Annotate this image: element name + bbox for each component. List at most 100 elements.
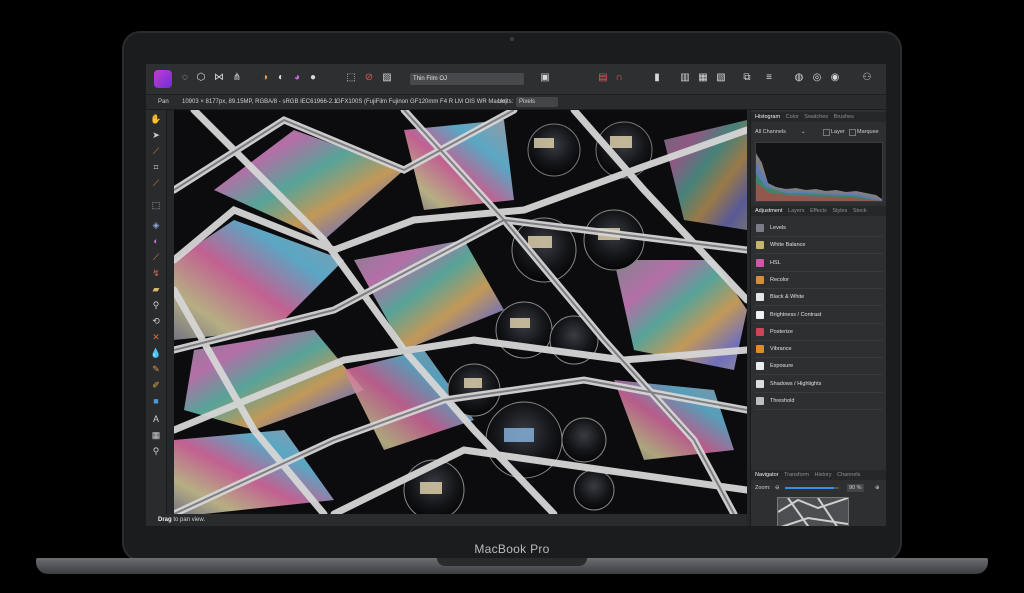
device-label: MacBook Pro	[474, 542, 550, 556]
no-selection-icon[interactable]: ⊘	[362, 71, 376, 85]
tab-history[interactable]: History	[814, 472, 831, 478]
quick-mask-icon[interactable]: ▣	[538, 71, 552, 85]
adjustment-item[interactable]: HSL	[755, 255, 883, 272]
adjustment-label: Threshold	[770, 398, 795, 404]
studio-icon[interactable]: ◉	[828, 71, 842, 85]
rotate-icon[interactable]: ≡	[762, 71, 776, 85]
zoom-value[interactable]: 90 %	[847, 484, 864, 492]
selection-brush-icon[interactable]: ⟋	[150, 178, 162, 189]
tab-styles[interactable]: Styles	[832, 208, 847, 214]
adjustment-item[interactable]: Recolor	[755, 272, 883, 289]
adjustment-label: Black & White	[770, 294, 805, 301]
assistant-icon[interactable]: ▮	[650, 71, 664, 85]
zoom-out-icon[interactable]: ⊖	[775, 482, 780, 494]
tab-color[interactable]: Color	[786, 114, 799, 120]
navigator-thumbnail[interactable]	[777, 497, 849, 526]
tab-effects[interactable]: Effects	[810, 208, 827, 214]
tab-adjustment[interactable]: Adjustment	[755, 208, 783, 214]
auto-white-balance-icon[interactable]: ●	[306, 71, 320, 85]
persona-develop-icon[interactable]: ⋈	[212, 71, 226, 85]
layer-icon[interactable]: ◍	[792, 71, 806, 85]
mesh-warp-tool-icon[interactable]: ▦	[150, 430, 162, 441]
persona-photo-icon[interactable]: ◌	[178, 71, 192, 85]
tab-channels[interactable]: Channels	[837, 472, 860, 478]
text-tool-icon[interactable]: A	[150, 414, 162, 425]
zoom-tool-icon[interactable]: ⚲	[150, 446, 162, 457]
persona-liquify-icon[interactable]: ⬡	[194, 71, 208, 85]
rectangle-tool-icon[interactable]: ■	[150, 396, 162, 407]
adjustment-label: Shadows / Highlights	[770, 380, 822, 387]
document-canvas[interactable]	[174, 110, 747, 514]
adjustment-swatch-icon	[756, 310, 764, 319]
adjustment-item[interactable]: Posterize	[755, 324, 883, 341]
flood-fill-tool-icon[interactable]: ◈	[150, 220, 162, 231]
flip-icon[interactable]: ⧉	[740, 71, 754, 85]
order-icon[interactable]: ▥	[678, 71, 692, 85]
persona-export-icon[interactable]: ⋔	[230, 71, 244, 85]
clone-tool-icon[interactable]: ↯	[150, 268, 162, 279]
gradient-tool-icon[interactable]: ◐	[150, 236, 162, 247]
photo-thin-film-mesh	[174, 110, 747, 514]
tab-layers[interactable]: Layers	[788, 208, 805, 214]
invert-icon[interactable]: ▨	[380, 71, 394, 85]
channel-select[interactable]: All Channels	[755, 127, 786, 137]
mask-icon[interactable]: ◎	[810, 71, 824, 85]
pan-tool-icon[interactable]: ✋	[150, 114, 162, 125]
adjustment-item[interactable]: Levels	[755, 220, 883, 237]
transform-icon[interactable]: ▧	[714, 71, 728, 85]
units-select[interactable]: Pixels	[516, 97, 558, 107]
marquee-checkbox[interactable]	[849, 129, 856, 136]
blur-tool-icon[interactable]: 💧	[150, 348, 162, 359]
adjustment-item[interactable]: Brightness / Contrast	[755, 307, 883, 324]
studio-panels: Histogram Color Swatches Brushes All Cha…	[750, 110, 886, 526]
adjustment-item[interactable]: Shadows / Highlights	[755, 376, 883, 393]
adjustment-item[interactable]: White Balance	[755, 237, 883, 255]
paint-brush-tool-icon[interactable]: ⟋	[150, 252, 162, 263]
camera-icon	[510, 37, 514, 41]
eraser-tool-icon[interactable]: ▰	[150, 284, 162, 295]
tab-brushes[interactable]: Brushes	[834, 114, 854, 120]
auto-levels-icon[interactable]: ◑	[258, 71, 272, 85]
tab-swatches[interactable]: Swatches	[804, 114, 828, 120]
user-icon[interactable]: ⚇	[860, 71, 874, 85]
color-picker-tool-icon[interactable]: ⟋	[150, 146, 162, 157]
pen-tool-icon[interactable]: ✎	[150, 364, 162, 375]
layer-label: Layer	[831, 129, 845, 135]
histogram-tabs: Histogram Color Swatches Brushes	[751, 112, 886, 122]
tab-navigator[interactable]: Navigator	[755, 472, 779, 478]
auto-contrast-icon[interactable]: ◐	[274, 71, 288, 85]
healing-tool-icon[interactable]: ✕	[150, 332, 162, 343]
adjustment-swatch-icon	[756, 275, 764, 284]
layer-checkbox[interactable]	[823, 129, 830, 136]
search-input[interactable]: Thin Film OJ	[410, 73, 524, 85]
magnet-icon[interactable]: ∩	[612, 71, 626, 85]
smudge-tool-icon[interactable]: ⟲	[150, 316, 162, 327]
adjustment-label: Vibrance	[770, 346, 792, 353]
adjustment-item[interactable]: Black & White	[755, 289, 883, 307]
chevron-down-icon: ⌄	[801, 129, 806, 135]
move-tool-icon[interactable]: ➤	[150, 130, 162, 141]
zoom-slider[interactable]	[785, 487, 839, 489]
auto-colors-icon[interactable]: ◕	[290, 71, 304, 85]
histogram-controls: All Channels ⌄ Layer Marquee	[755, 127, 885, 137]
selection-icon[interactable]: ⬚	[344, 71, 358, 85]
adjustment-swatch-icon	[756, 397, 764, 405]
align-icon[interactable]: ▦	[696, 71, 710, 85]
tab-histogram[interactable]: Histogram	[755, 114, 780, 120]
adjustment-swatch-icon	[756, 293, 764, 302]
adjustment-item[interactable]: Exposure	[755, 358, 883, 376]
tab-stock[interactable]: Stock	[853, 208, 867, 214]
adjustment-item[interactable]: Threshold	[755, 393, 883, 410]
adjustment-swatch-icon	[756, 224, 764, 232]
dodge-tool-icon[interactable]: ⚲	[150, 300, 162, 311]
adjustment-item[interactable]: Vibrance	[755, 341, 883, 359]
adjustment-label: HSL	[770, 259, 781, 266]
tab-transform[interactable]: Transform	[784, 472, 809, 478]
crop-tool-icon[interactable]: ⌗	[150, 162, 162, 173]
zoom-in-icon[interactable]: ⊕	[875, 482, 880, 494]
app-icon[interactable]	[154, 70, 172, 88]
snapping-icon[interactable]: ▤	[596, 71, 610, 85]
current-tool-label: Pan	[158, 99, 169, 105]
node-tool-icon[interactable]: ✐	[150, 380, 162, 391]
marquee-tool-icon[interactable]: ⬚	[150, 200, 162, 211]
